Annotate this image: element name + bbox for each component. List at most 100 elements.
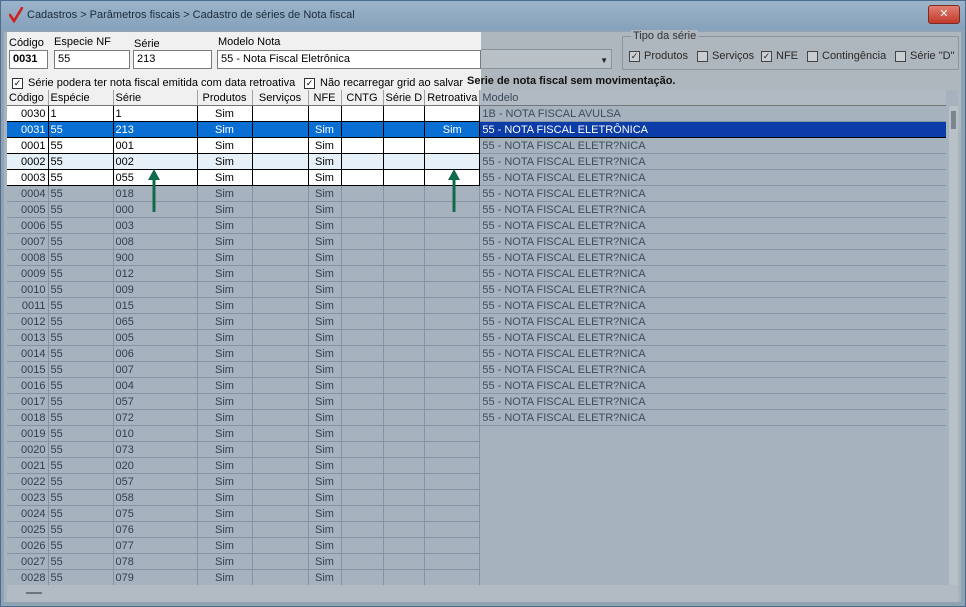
checkbox-icon[interactable] <box>895 50 906 62</box>
table-row[interactable]: 0027 55 078 Sim Sim <box>7 553 946 570</box>
cell-serie-d <box>383 537 426 554</box>
grid-header-row: Código Espécie Série Produtos Serviços N… <box>7 90 946 106</box>
cell-especie: 1 <box>48 105 114 122</box>
col-header-produtos[interactable]: Produtos <box>197 90 253 106</box>
col-header-serie-d[interactable]: Série D <box>383 90 426 106</box>
retroativa-option[interactable]: ✓ Série podera ter nota fiscal emitida c… <box>12 77 295 89</box>
checkbox-checked-icon[interactable]: ✓ <box>12 77 23 89</box>
cell-servicos <box>252 409 309 426</box>
tipo-serie-legend: Tipo da série <box>631 30 699 42</box>
cell-serie: 005 <box>113 329 198 346</box>
tipo-nfe-option[interactable]: ✓ NFE <box>761 50 798 62</box>
cell-servicos <box>252 393 309 410</box>
title-bar: Cadastros > Parâmetros fiscais > Cadastr… <box>1 1 965 30</box>
table-row[interactable]: 0011 55 015 Sim Sim 55 - NOTA FISCAL ELETR?NI… <box>7 297 946 314</box>
codigo-field[interactable]: 0031 <box>9 50 48 69</box>
cell-codigo: 0012 <box>7 313 49 330</box>
table-row[interactable]: 0012 55 065 Sim Sim 55 - NOTA FISCAL ELETR?NI… <box>7 313 946 330</box>
checkbox-icon[interactable]: ✓ <box>629 50 640 62</box>
cell-codigo: 0024 <box>7 505 49 522</box>
table-row[interactable]: 0021 55 020 Sim Sim <box>7 457 946 474</box>
table-row[interactable]: 0026 55 077 Sim Sim <box>7 537 946 554</box>
table-row[interactable]: 0008 55 900 Sim Sim 55 - NOTA FISCAL ELETR?NI… <box>7 249 946 266</box>
col-header-servicos[interactable]: Serviços <box>252 90 309 106</box>
table-row[interactable]: 0022 55 057 Sim Sim <box>7 473 946 490</box>
modelo-field[interactable]: 55 - Nota Fiscal Eletrônica <box>217 50 481 69</box>
cell-codigo: 0014 <box>7 345 49 362</box>
cell-produtos: Sim <box>197 153 253 170</box>
cell-modelo: 1B - NOTA FISCAL AVULSA <box>479 105 946 122</box>
checkbox-icon[interactable] <box>807 50 818 62</box>
col-header-especie[interactable]: Espécie <box>48 90 114 106</box>
checkbox-checked-icon[interactable]: ✓ <box>304 77 315 89</box>
table-row[interactable]: 0014 55 006 Sim Sim 55 - NOTA FISCAL ELETR?NI… <box>7 345 946 362</box>
col-header-retroativa[interactable]: Retroativa <box>424 90 481 106</box>
cell-produtos: Sim <box>197 313 253 330</box>
cell-serie: 001 <box>113 137 198 154</box>
cell-cntg <box>341 329 384 346</box>
especie-field[interactable]: 55 <box>54 50 130 69</box>
table-row[interactable]: 0031 55 213 Sim Sim Sim 55 - NOTA FISCAL ELETR… <box>7 121 946 138</box>
cell-especie: 55 <box>48 521 114 538</box>
tipo-serie-d-option[interactable]: Série "D" <box>895 50 955 62</box>
table-row[interactable]: 0030 1 1 Sim 1B - NOTA FISCAL AVULSA <box>7 105 946 122</box>
cell-serie: 057 <box>113 393 198 410</box>
cell-especie: 55 <box>48 393 114 410</box>
tipo-contingencia-option[interactable]: Contingência <box>807 50 886 62</box>
col-header-codigo[interactable]: Código <box>7 90 49 106</box>
table-row[interactable]: 0017 55 057 Sim Sim 55 - NOTA FISCAL ELETR?NI… <box>7 393 946 410</box>
table-row[interactable]: 0016 55 004 Sim Sim 55 - NOTA FISCAL ELETR?NI… <box>7 377 946 394</box>
close-button[interactable]: ✕ <box>928 5 960 24</box>
table-row[interactable]: 0007 55 008 Sim Sim 55 - NOTA FISCAL ELETR?NI… <box>7 233 946 250</box>
serie-field[interactable]: 213 <box>133 50 212 69</box>
cell-codigo: 0009 <box>7 265 49 282</box>
table-row[interactable]: 0015 55 007 Sim Sim 55 - NOTA FISCAL ELETR?NI… <box>7 361 946 378</box>
table-row[interactable]: 0001 55 001 Sim Sim 55 - NOTA FISCAL ELETR?NI… <box>7 137 946 154</box>
cell-serie-d <box>383 281 426 298</box>
cell-codigo: 0025 <box>7 521 49 538</box>
table-row[interactable]: 0006 55 003 Sim Sim 55 - NOTA FISCAL ELETR?NI… <box>7 217 946 234</box>
cell-nfe: Sim <box>308 537 342 554</box>
cell-nfe: Sim <box>308 521 342 538</box>
cell-cntg <box>341 537 384 554</box>
nao-recarregar-option[interactable]: ✓ Não recarregar grid ao salvar <box>304 77 463 89</box>
col-header-modelo[interactable]: Modelo <box>479 90 946 106</box>
cell-serie: 058 <box>113 489 198 506</box>
scrollbar-thumb[interactable] <box>951 111 956 129</box>
col-header-cntg[interactable]: CNTG <box>341 90 384 106</box>
cell-serie: 003 <box>113 217 198 234</box>
cell-retro <box>424 569 481 585</box>
tipo-serie-d-label: Série "D" <box>910 50 955 62</box>
table-row[interactable]: 0010 55 009 Sim Sim 55 - NOTA FISCAL ELETR?NI… <box>7 281 946 298</box>
cell-serie: 077 <box>113 537 198 554</box>
cell-serie: 009 <box>113 281 198 298</box>
table-row[interactable]: 0009 55 012 Sim Sim 55 - NOTA FISCAL ELETR?NI… <box>7 265 946 282</box>
series-grid[interactable]: Código Espécie Série Produtos Serviços N… <box>7 90 958 585</box>
table-row[interactable]: 0018 55 072 Sim Sim 55 - NOTA FISCAL ELETR?NI… <box>7 409 946 426</box>
cell-retro <box>424 137 481 154</box>
tipo-servicos-option[interactable]: Serviços <box>697 50 754 62</box>
table-row[interactable]: 0025 55 076 Sim Sim <box>7 521 946 538</box>
col-header-nfe[interactable]: NFE <box>308 90 342 106</box>
cell-cntg <box>341 297 384 314</box>
cell-modelo: 55 - NOTA FISCAL ELETRÔNICA <box>479 121 946 138</box>
table-row[interactable]: 0028 55 079 Sim Sim <box>7 569 946 585</box>
tipo-produtos-option[interactable]: ✓ Produtos <box>629 50 688 62</box>
checkbox-icon[interactable] <box>697 50 708 62</box>
vertical-scrollbar[interactable] <box>949 106 958 585</box>
table-row[interactable]: 0013 55 005 Sim Sim 55 - NOTA FISCAL ELETR?NI… <box>7 329 946 346</box>
table-row[interactable]: 0024 55 075 Sim Sim <box>7 505 946 522</box>
col-header-serie[interactable]: Série <box>113 90 198 106</box>
filter-combobox[interactable]: ▼ <box>480 49 612 69</box>
table-row[interactable]: 0023 55 058 Sim Sim <box>7 489 946 506</box>
checkbox-icon[interactable]: ✓ <box>761 50 772 62</box>
cell-retro <box>424 505 481 522</box>
cell-modelo: 55 - NOTA FISCAL ELETR?NICA <box>479 409 946 426</box>
cell-especie: 55 <box>48 345 114 362</box>
cell-serie: 008 <box>113 233 198 250</box>
table-row[interactable]: 0019 55 010 Sim Sim <box>7 425 946 442</box>
table-row[interactable]: 0020 55 073 Sim Sim <box>7 441 946 458</box>
cell-retro <box>424 297 481 314</box>
cell-serie-d <box>383 473 426 490</box>
cell-especie: 55 <box>48 441 114 458</box>
